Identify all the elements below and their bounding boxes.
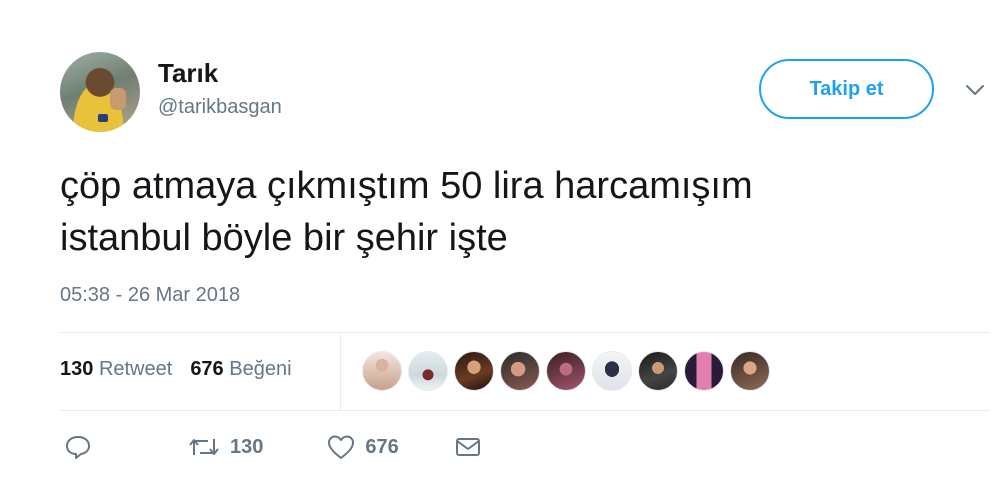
like-stat[interactable]: 676 Beğeni <box>190 358 291 381</box>
tweet-text: çöp atmaya çıkmıştım 50 lira harcamışım … <box>60 160 960 264</box>
retweet-count: 130 <box>230 435 264 458</box>
reply-icon <box>64 434 92 460</box>
follow-button[interactable]: Takip et <box>759 59 934 119</box>
retweet-button[interactable]: 130 <box>188 435 263 459</box>
liker-avatar[interactable] <box>592 351 632 391</box>
liker-avatars <box>362 351 770 391</box>
tweet-text-line: çöp atmaya çıkmıştım 50 lira harcamışım <box>60 165 753 207</box>
retweet-icon <box>188 435 220 459</box>
user-handle[interactable]: @tarikbasgan <box>158 96 282 119</box>
liker-avatar[interactable] <box>546 351 586 391</box>
liker-avatar[interactable] <box>454 351 494 391</box>
display-name[interactable]: Tarık <box>158 58 218 89</box>
retweet-stat-count: 130 <box>60 358 94 380</box>
like-stat-label: Beğeni <box>229 358 292 380</box>
tweet-stats: 130 Retweet 676 Beğeni <box>60 358 292 381</box>
like-stat-count: 676 <box>190 358 224 380</box>
divider <box>60 410 990 411</box>
chevron-down-icon[interactable] <box>962 80 988 100</box>
tweet-timestamp[interactable]: 05:38 - 26 Mar 2018 <box>60 284 240 307</box>
retweet-stat-label: Retweet <box>98 358 173 380</box>
like-button[interactable]: 676 <box>327 434 399 460</box>
avatar-hand <box>110 88 126 110</box>
direct-message-button[interactable] <box>455 436 481 458</box>
reply-button[interactable] <box>64 434 92 460</box>
avatar-watch <box>98 114 108 122</box>
liker-avatar[interactable] <box>408 351 448 391</box>
liker-avatar[interactable] <box>362 351 402 391</box>
like-count: 676 <box>365 435 399 458</box>
stats-divider <box>340 333 341 410</box>
liker-avatar[interactable] <box>730 351 770 391</box>
heart-icon <box>327 434 355 460</box>
envelope-icon <box>455 436 481 458</box>
liker-avatar[interactable] <box>684 351 724 391</box>
profile-avatar[interactable] <box>60 52 140 132</box>
liker-avatar[interactable] <box>500 351 540 391</box>
tweet-actions: 130 676 <box>64 434 481 460</box>
retweet-stat[interactable]: 130 Retweet <box>60 358 172 381</box>
liker-avatar[interactable] <box>638 351 678 391</box>
tweet-text-line: istanbul böyle bir şehir işte <box>60 217 508 259</box>
divider <box>60 332 990 333</box>
